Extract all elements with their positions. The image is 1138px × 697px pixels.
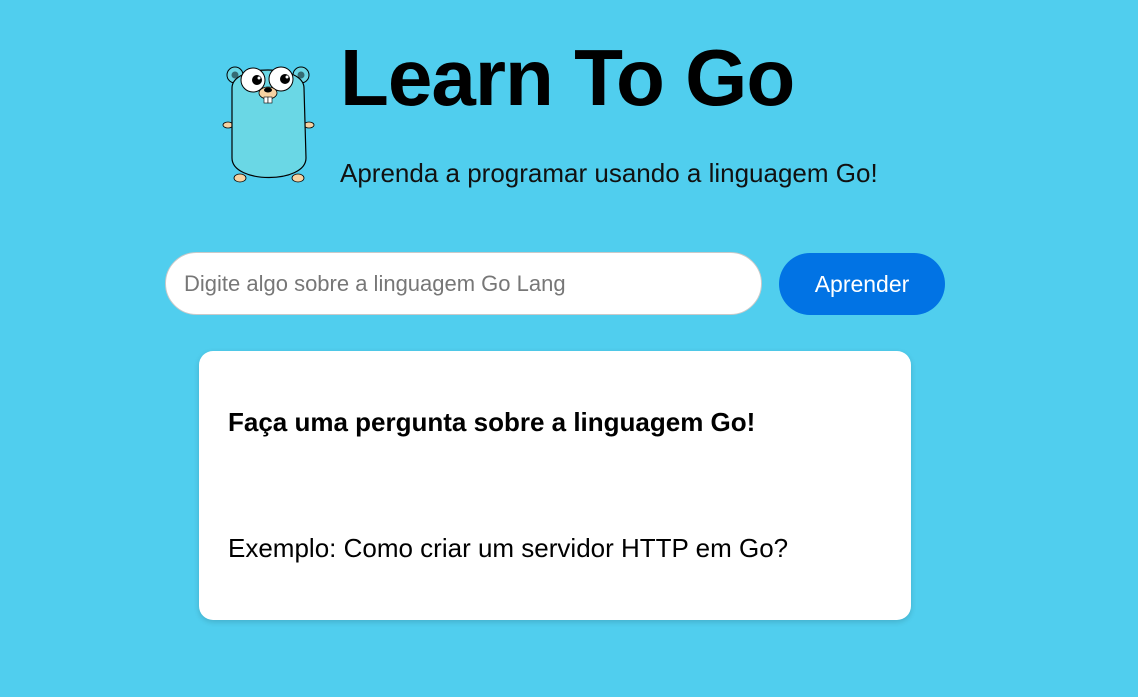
search-input[interactable] bbox=[165, 252, 762, 315]
answer-card: Faça uma pergunta sobre a linguagem Go! … bbox=[199, 351, 911, 620]
app-subtitle: Aprenda a programar usando a linguagem G… bbox=[340, 158, 878, 188]
learn-button[interactable]: Aprender bbox=[779, 253, 945, 315]
go-gopher-icon bbox=[218, 58, 318, 188]
app-title: Learn To Go bbox=[340, 33, 795, 122]
card-example-text: Exemplo: Como criar um servidor HTTP em … bbox=[228, 533, 789, 563]
page: Learn To Go Aprenda a programar usando a… bbox=[0, 0, 1138, 697]
card-heading: Faça uma pergunta sobre a linguagem Go! bbox=[228, 407, 756, 437]
